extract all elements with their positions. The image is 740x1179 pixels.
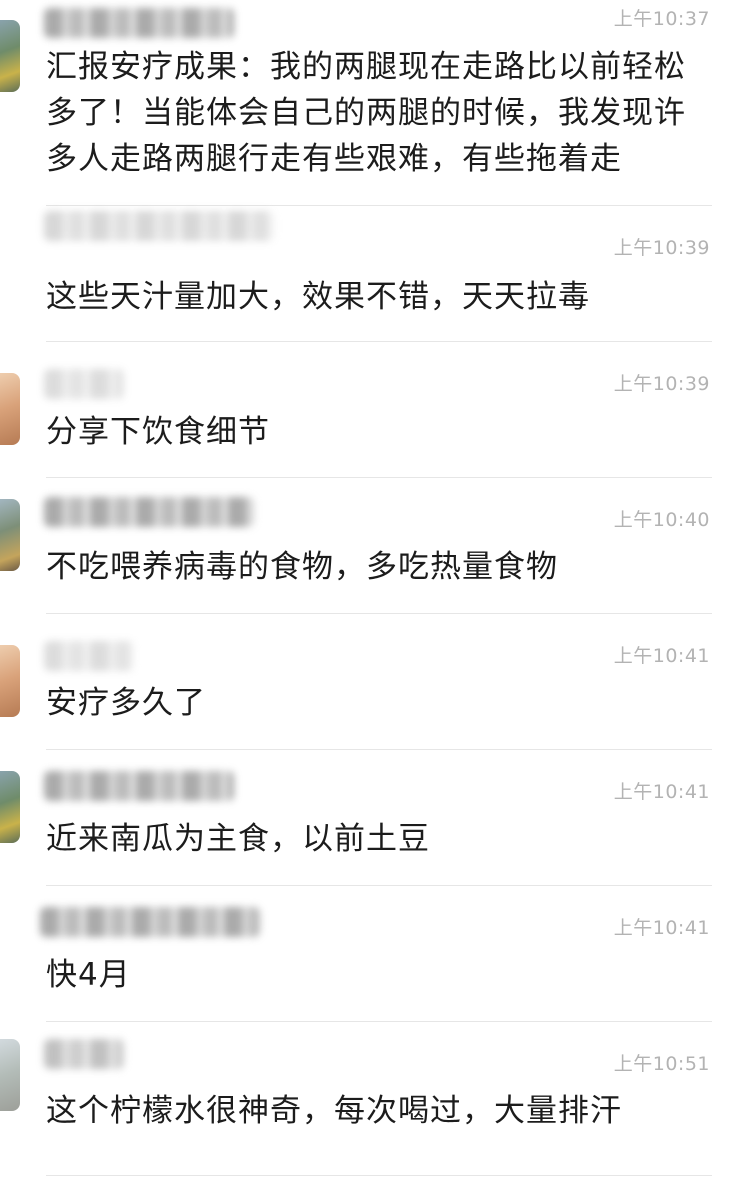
sender-name-blurred	[44, 1039, 124, 1069]
avatar[interactable]	[0, 499, 20, 571]
sender-name-blurred	[44, 211, 274, 241]
message-divider	[46, 477, 712, 478]
message-divider	[46, 205, 712, 206]
avatar[interactable]	[0, 771, 20, 843]
message-timestamp: 上午10:41	[613, 781, 710, 803]
message-timestamp: 上午10:41	[613, 645, 710, 667]
message-item[interactable]: 上午10:41 安疗多久了	[0, 615, 740, 751]
message-timestamp: 上午10:51	[613, 1053, 710, 1075]
message-item[interactable]: 上午10:41 快4月	[0, 887, 740, 1023]
sender-name-blurred	[44, 641, 134, 671]
sender-name-blurred	[44, 771, 234, 801]
message-divider	[46, 749, 712, 750]
message-timestamp: 上午10:39	[613, 237, 710, 259]
avatar[interactable]	[0, 1039, 20, 1111]
message-divider	[46, 1175, 712, 1176]
message-text: 汇报安疗成果：我的两腿现在走路比以前轻松多了！当能体会自己的两腿的时候，我发现许…	[46, 49, 686, 177]
message-divider	[46, 885, 712, 886]
chat-message-list: 上午10:37 汇报安疗成果：我的两腿现在走路比以前轻松多了！当能体会自己的两腿…	[0, 0, 740, 1179]
message-text: 不吃喂养病毒的食物，多吃热量食物	[46, 549, 558, 585]
message-timestamp: 上午10:39	[613, 373, 710, 395]
message-divider	[46, 1021, 712, 1022]
sender-name-blurred	[44, 8, 234, 38]
message-item[interactable]: 上午10:40 不吃喂养病毒的食物，多吃热量食物	[0, 479, 740, 615]
message-text: 安疗多久了	[46, 685, 206, 721]
avatar[interactable]	[0, 20, 20, 92]
message-item[interactable]: 上午10:39 这些天汁量加大，效果不错，天天拉毒	[0, 207, 740, 343]
sender-name-blurred	[40, 907, 260, 937]
message-text: 近来南瓜为主食，以前土豆	[46, 821, 430, 857]
message-text: 这些天汁量加大，效果不错，天天拉毒	[46, 279, 590, 315]
message-timestamp: 上午10:37	[613, 8, 710, 30]
message-divider	[46, 613, 712, 614]
message-item[interactable]: 上午10:51 这个柠檬水很神奇，每次喝过，大量排汗	[0, 1023, 740, 1179]
message-item[interactable]: 上午10:39 分享下饮食细节	[0, 343, 740, 479]
message-text: 分享下饮食细节	[46, 414, 270, 450]
message-timestamp: 上午10:41	[613, 917, 710, 939]
message-divider	[46, 341, 712, 342]
message-timestamp: 上午10:40	[613, 509, 710, 531]
message-item[interactable]: 上午10:37 汇报安疗成果：我的两腿现在走路比以前轻松多了！当能体会自己的两腿…	[0, 0, 740, 207]
message-item[interactable]: 上午10:41 近来南瓜为主食，以前土豆	[0, 751, 740, 887]
sender-name-blurred	[44, 497, 254, 527]
avatar[interactable]	[0, 373, 20, 445]
avatar[interactable]	[0, 645, 20, 717]
sender-name-blurred	[44, 369, 124, 399]
message-text: 这个柠檬水很神奇，每次喝过，大量排汗	[46, 1093, 622, 1129]
message-text: 快4月	[46, 957, 131, 993]
